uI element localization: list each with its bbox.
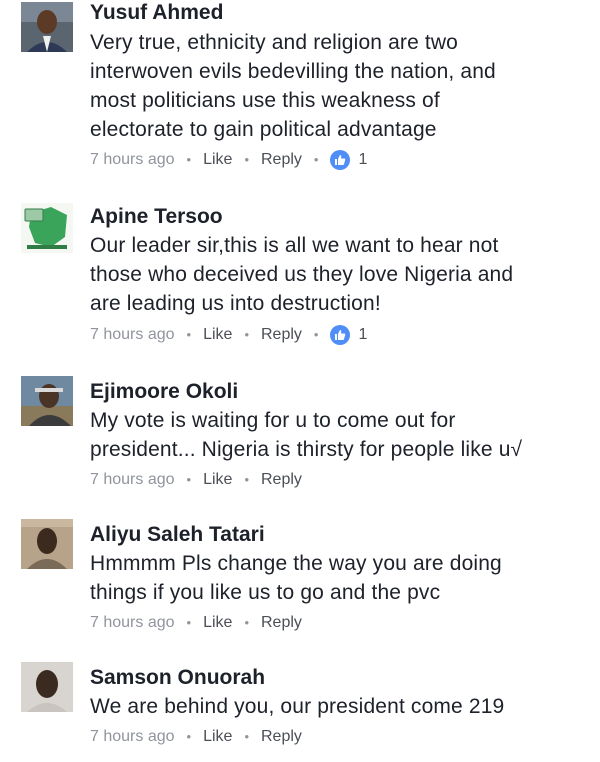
separator-dot: •: [244, 327, 249, 342]
comment-text-line: most politicians use this weakness of: [90, 89, 440, 112]
comment-timestamp[interactable]: 7 hours ago: [90, 611, 175, 635]
comment-text-line: Our leader sir,this is all we want to he…: [90, 234, 499, 257]
reply-button[interactable]: Reply: [261, 323, 302, 347]
comment-text-line: electorate to gain political advantage: [90, 118, 437, 141]
comment-author[interactable]: Apine Tersoo: [90, 204, 223, 230]
like-button[interactable]: Like: [203, 611, 232, 635]
comment-timestamp[interactable]: 7 hours ago: [90, 468, 175, 492]
avatar[interactable]: [21, 376, 73, 426]
separator-dot: •: [186, 615, 192, 630]
comment-author[interactable]: Ejimoore Okoli: [90, 379, 238, 405]
comment-author[interactable]: Samson Onuorah: [90, 665, 265, 691]
comment-meta: 7 hours ago • Like • Reply: [90, 725, 302, 749]
comment-meta: 7 hours ago • Like • Reply • 1: [90, 148, 367, 172]
reply-button[interactable]: Reply: [261, 468, 302, 492]
separator-dot: •: [313, 327, 319, 342]
separator-dot: •: [244, 472, 249, 487]
comment-text-line: My vote is waiting for u to come out for: [90, 409, 456, 432]
comment-meta: 7 hours ago • Like • Reply: [90, 611, 302, 635]
comment-author[interactable]: Aliyu Saleh Tatari: [90, 522, 265, 548]
comment-text: Hmmmm Pls change the way you are doing t…: [90, 549, 590, 607]
avatar[interactable]: [21, 662, 73, 712]
avatar[interactable]: [21, 519, 73, 569]
separator-dot: •: [186, 327, 192, 342]
comment-text-line: those who deceived us they love Nigeria …: [90, 263, 514, 286]
comment-text: My vote is waiting for u to come out for…: [90, 406, 590, 464]
like-button[interactable]: Like: [203, 725, 232, 749]
separator-dot: •: [186, 729, 192, 744]
comment-text-line: interwoven evils bedevilling the nation,…: [90, 60, 496, 83]
thumbs-up-icon[interactable]: [330, 325, 351, 345]
thumbs-up-icon[interactable]: [330, 150, 351, 170]
comment-timestamp[interactable]: 7 hours ago: [90, 148, 175, 172]
separator-dot: •: [186, 152, 192, 167]
comment-meta: 7 hours ago • Like • Reply • 1: [90, 323, 367, 347]
comment-text-line: Very true, ethnicity and religion are tw…: [90, 31, 459, 54]
comment-timestamp[interactable]: 7 hours ago: [90, 323, 175, 347]
separator-dot: •: [244, 152, 249, 167]
separator-dot: •: [186, 472, 192, 487]
like-button[interactable]: Like: [203, 148, 232, 172]
reply-button[interactable]: Reply: [261, 611, 302, 635]
separator-dot: •: [313, 152, 319, 167]
comment-text-line: Hmmmm Pls change the way you are doing: [90, 552, 502, 575]
comment-text-line: president... Nigeria is thirsty for peop…: [90, 438, 523, 461]
separator-dot: •: [244, 615, 249, 630]
comment-meta: 7 hours ago • Like • Reply: [90, 468, 302, 492]
comment-text-line: are leading us into destruction!: [90, 292, 381, 315]
comment-author[interactable]: Yusuf Ahmed: [90, 0, 223, 26]
avatar[interactable]: [21, 2, 73, 52]
comment-text: Very true, ethnicity and religion are tw…: [90, 28, 590, 144]
comment-text: We are behind you, our president come 21…: [90, 692, 590, 721]
comment-text: Our leader sir,this is all we want to he…: [90, 231, 590, 318]
reaction-count[interactable]: 1: [358, 148, 367, 172]
comment-timestamp[interactable]: 7 hours ago: [90, 725, 175, 749]
reply-button[interactable]: Reply: [261, 148, 302, 172]
reaction-count[interactable]: 1: [358, 323, 367, 347]
like-button[interactable]: Like: [203, 468, 232, 492]
like-button[interactable]: Like: [203, 323, 232, 347]
separator-dot: •: [244, 729, 249, 744]
avatar[interactable]: [21, 203, 73, 253]
reply-button[interactable]: Reply: [261, 725, 302, 749]
comment-text-line: things if you like us to go and the pvc: [90, 581, 441, 604]
comment-text-line: We are behind you, our president come 21…: [90, 695, 505, 718]
